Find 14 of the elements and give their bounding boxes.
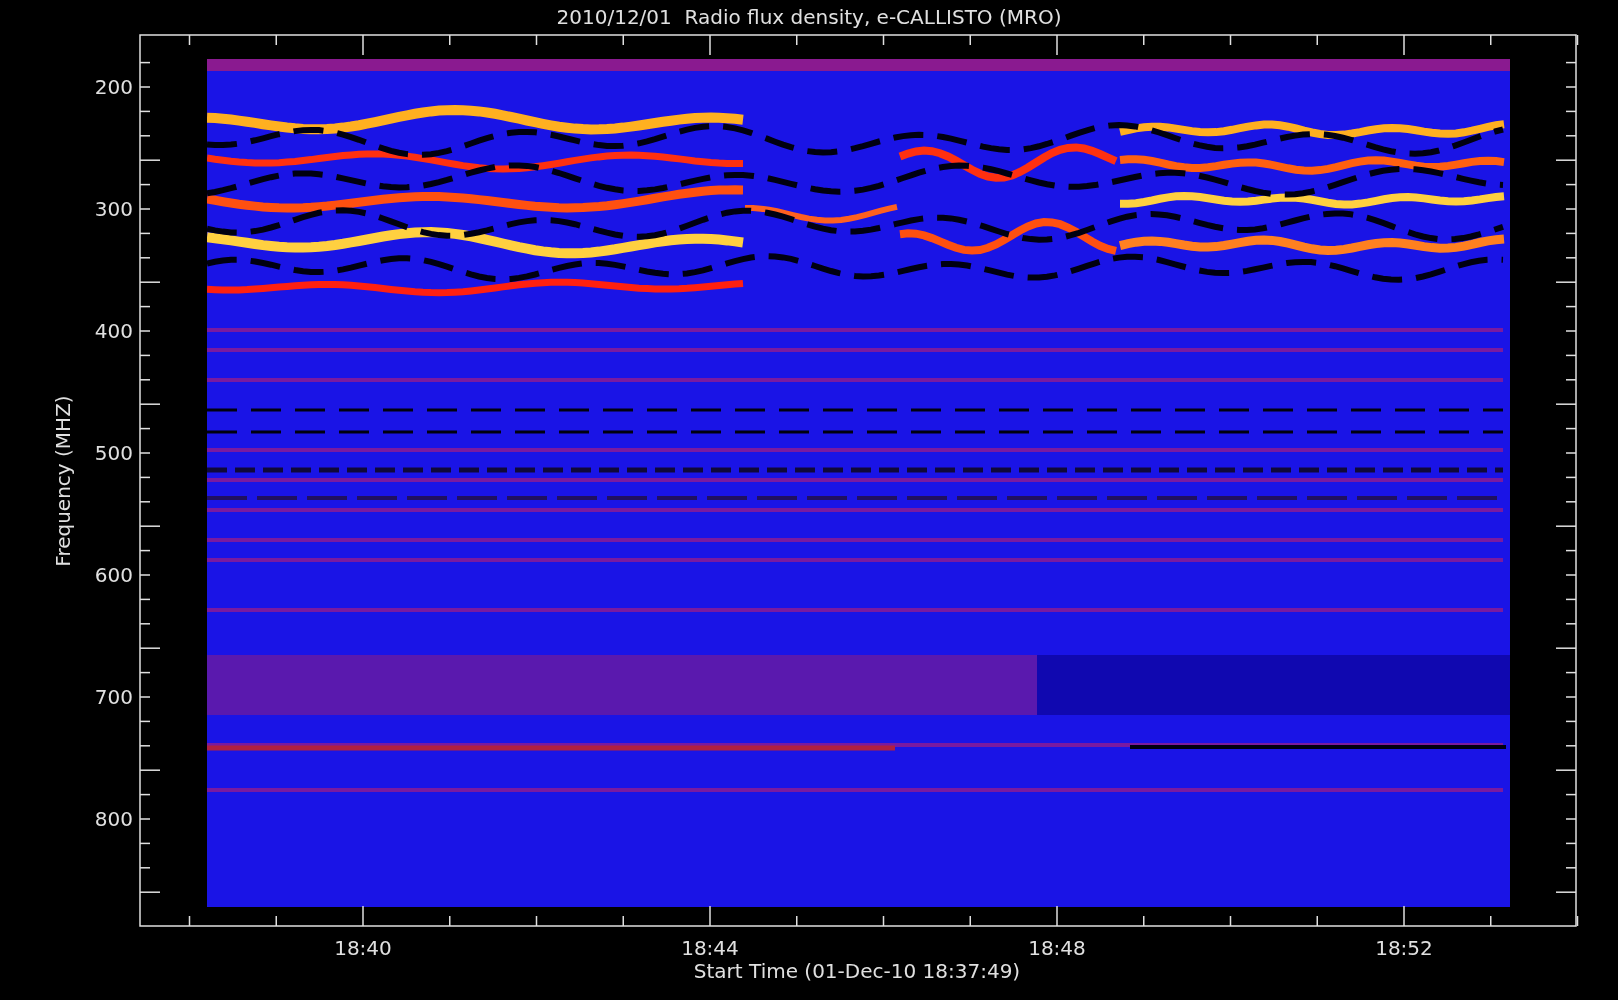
tick-label: 300: [94, 197, 133, 221]
tick-label: 600: [94, 563, 133, 587]
tick-label: 18:40: [334, 936, 392, 960]
axis-label: Start Time (01-Dec-10 18:37:49): [693, 959, 1021, 983]
tick-label: 200: [94, 75, 133, 99]
axis-label: Frequency (MHZ): [51, 395, 75, 567]
tick-label: 18:48: [1028, 936, 1086, 960]
tick-label: 18:44: [681, 936, 739, 960]
chart-title: 2010/12/01 Radio flux density, e-CALLISTO (MRO): [556, 5, 1062, 29]
tick-label: 800: [94, 807, 133, 831]
tick-label: 700: [94, 685, 133, 709]
tick-label: 500: [94, 441, 133, 465]
tick-label: 18:52: [1375, 936, 1433, 960]
tick-label: 400: [94, 319, 133, 343]
